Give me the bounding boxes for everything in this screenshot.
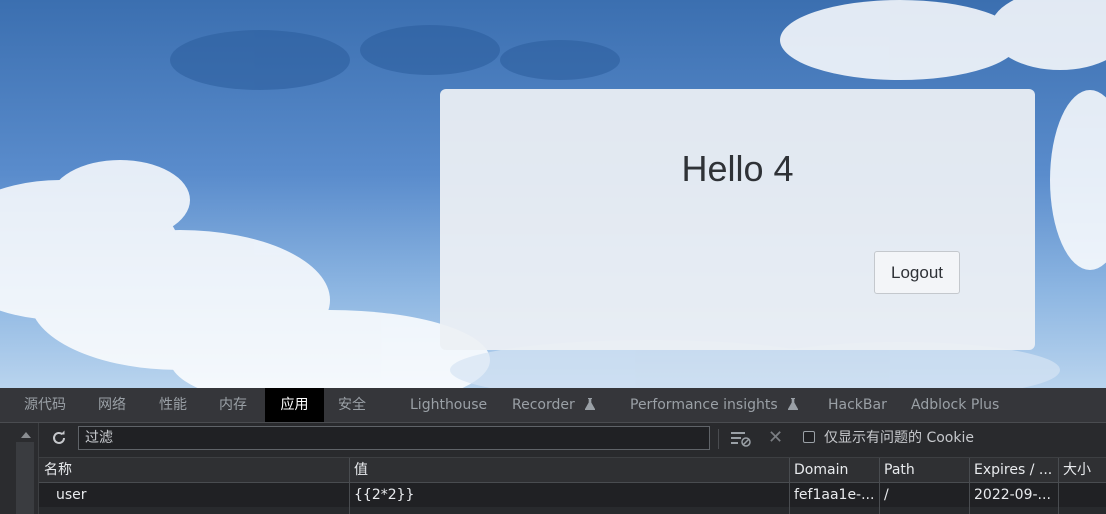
cookie-value-cell[interactable]: {{2*2}} (349, 483, 789, 507)
column-header-domain[interactable]: Domain (789, 458, 879, 482)
scroll-up-icon[interactable] (21, 432, 31, 438)
tab-recorder-label: Recorder (512, 397, 575, 413)
tab-performance-insights[interactable]: Performance insights (616, 388, 812, 422)
column-header-size[interactable]: 大小 (1058, 458, 1106, 482)
tab-sources[interactable]: 源代码 (0, 388, 90, 422)
cookie-size-cell[interactable] (1058, 483, 1106, 507)
only-issues-label: 仅显示有问题的 Cookie (824, 430, 974, 446)
tab-network[interactable]: 网络 (84, 388, 140, 422)
cookie-domain-cell[interactable]: fef1aa1e-... (789, 483, 879, 507)
devtools-tabbar: 源代码 网络 性能 内存 应用 安全 Lighthouse Recorder P… (0, 388, 1106, 423)
column-header-name[interactable]: 名称 (39, 458, 349, 482)
tab-application[interactable]: 应用 (265, 388, 324, 422)
flask-icon (585, 398, 596, 410)
column-header-expires[interactable]: Expires / ... (969, 458, 1058, 482)
cookie-table-header: 名称 值 Domain Path Expires / ... 大小 (39, 458, 1106, 483)
table-row[interactable]: user {{2*2}} fef1aa1e-... / 2022-09-... (39, 483, 1106, 507)
cookie-expires-cell[interactable]: 2022-09-... (969, 483, 1058, 507)
column-header-path[interactable]: Path (879, 458, 969, 482)
logout-button[interactable]: Logout (874, 251, 960, 294)
tab-memory[interactable]: 内存 (204, 388, 262, 422)
filter-input[interactable] (78, 426, 710, 450)
tab-hackbar[interactable]: HackBar (814, 388, 901, 422)
delete-icon[interactable]: ✕ (768, 429, 783, 447)
column-divider (879, 458, 880, 514)
only-issues-checkbox[interactable] (803, 431, 815, 443)
column-header-value[interactable]: 值 (349, 458, 789, 482)
column-divider (969, 458, 970, 514)
tab-adblock-plus[interactable]: Adblock Plus (897, 388, 1013, 422)
sidebar-scrollbar[interactable] (16, 442, 34, 514)
tab-performance-insights-label: Performance insights (630, 397, 778, 413)
tab-performance[interactable]: 性能 (144, 388, 202, 422)
cookie-path-cell[interactable]: / (879, 483, 969, 507)
toolbar-divider (718, 429, 719, 449)
flask-icon (788, 398, 799, 410)
tab-lighthouse[interactable]: Lighthouse (396, 388, 501, 422)
web-page (0, 0, 1106, 388)
column-divider (1058, 458, 1059, 514)
welcome-card (440, 89, 1035, 350)
tab-recorder[interactable]: Recorder (498, 388, 609, 422)
clear-filter-icon[interactable] (730, 429, 752, 447)
tab-security[interactable]: 安全 (324, 388, 380, 422)
cookie-name-cell[interactable]: user (39, 483, 349, 507)
devtools-panel: 源代码 网络 性能 内存 应用 安全 Lighthouse Recorder P… (0, 388, 1106, 514)
column-divider (789, 458, 790, 514)
refresh-icon[interactable] (50, 429, 68, 447)
column-divider (349, 458, 350, 514)
